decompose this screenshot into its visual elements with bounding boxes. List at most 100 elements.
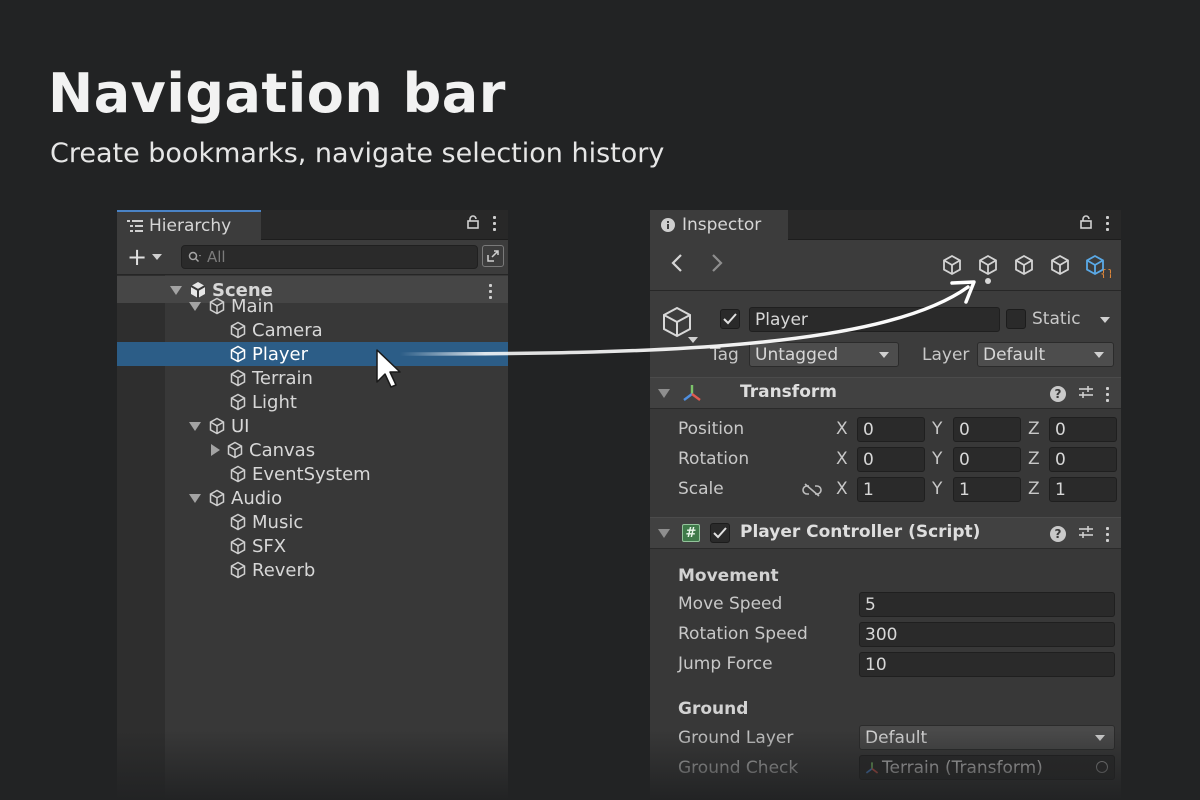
axis-label-z: Z — [1028, 449, 1040, 469]
expand-triangle-icon[interactable] — [189, 301, 201, 311]
hierarchy-item-label: Camera — [252, 319, 323, 341]
icon-caret-icon[interactable] — [688, 337, 698, 343]
static-checkbox[interactable] — [1006, 309, 1026, 329]
list-icon — [127, 219, 143, 233]
scale-y-field[interactable]: 1 — [953, 477, 1021, 502]
hierarchy-item-label: Canvas — [249, 439, 316, 461]
collapse-triangle-icon[interactable] — [658, 529, 670, 538]
gameobject-header: Player Static Tag Untagged Layer Default — [650, 291, 1121, 382]
bookmark-2-cube-icon[interactable] — [977, 254, 999, 276]
gameobject-cube-icon — [229, 513, 247, 531]
script-enabled-checkbox[interactable] — [710, 523, 730, 543]
back-arrow-icon[interactable] — [670, 253, 684, 273]
ground-layer-dropdown[interactable]: Default — [859, 725, 1115, 750]
ground-check-field[interactable]: Terrain (Transform) — [859, 755, 1115, 780]
move-speed-field[interactable]: 5 — [859, 592, 1115, 617]
static-label: Static — [1032, 309, 1081, 329]
rotation-z-field[interactable]: 0 — [1049, 447, 1117, 472]
script-hash-icon: # — [682, 524, 700, 542]
position-x-field[interactable]: 0 — [857, 417, 925, 442]
gameobject-cube-icon — [229, 537, 247, 555]
search-icon — [188, 251, 202, 263]
gameobject-cube-icon — [226, 441, 244, 459]
layer-dropdown[interactable]: Default — [977, 342, 1114, 367]
create-caret-icon[interactable] — [152, 254, 162, 260]
hierarchy-item-eventsystem[interactable]: EventSystem — [211, 462, 371, 486]
bookmark-3-cube-icon[interactable] — [1013, 254, 1035, 276]
bookmark-5-prefab-script-icon[interactable]: {} — [1085, 254, 1111, 278]
hierarchy-tab-label: Hierarchy — [149, 216, 232, 236]
rotation-y-field[interactable]: 0 — [953, 447, 1021, 472]
ground-header: Ground — [678, 699, 749, 719]
gameobject-cube-icon — [208, 489, 226, 507]
rotation-speed-field[interactable]: 300 — [859, 622, 1115, 647]
scene-row[interactable]: Scene — [117, 276, 508, 303]
expand-triangle-icon[interactable] — [189, 493, 201, 503]
hierarchy-item-label: Reverb — [252, 559, 316, 581]
headline: Navigation bar — [48, 62, 506, 125]
hierarchy-item-sfx[interactable]: SFX — [211, 534, 286, 558]
hierarchy-item-player[interactable]: Player — [211, 342, 308, 366]
active-checkbox[interactable] — [720, 309, 740, 329]
jump-force-field[interactable]: 10 — [859, 652, 1115, 677]
object-picker-icon[interactable] — [1096, 761, 1108, 773]
lock-icon[interactable] — [467, 214, 479, 233]
hierarchy-item-reverb[interactable]: Reverb — [211, 558, 315, 582]
hierarchy-item-canvas[interactable]: Canvas — [211, 438, 315, 462]
gameobject-cube-icon — [208, 297, 226, 315]
hierarchy-item-terrain[interactable]: Terrain — [211, 366, 313, 390]
collapse-triangle-icon[interactable] — [658, 389, 670, 398]
component-menu-icon[interactable] — [1106, 526, 1109, 542]
scale-z-field[interactable]: 1 — [1049, 477, 1117, 502]
create-plus-icon[interactable]: + — [127, 245, 147, 269]
hierarchy-item-main[interactable]: Main — [189, 294, 274, 318]
expand-triangle-icon[interactable] — [189, 421, 201, 431]
help-icon[interactable]: ? — [1050, 386, 1066, 402]
inspector-tab[interactable]: Inspector — [650, 210, 788, 240]
lock-icon[interactable] — [1080, 214, 1092, 233]
script-field-label: Jump Force — [678, 654, 773, 674]
gameobject-cube-icon — [229, 369, 247, 387]
inspector-menu-icon[interactable] — [1106, 216, 1109, 231]
axis-label-x: X — [836, 419, 848, 439]
hierarchy-item-ui[interactable]: UI — [189, 414, 249, 438]
bookmark-1-cube-icon[interactable] — [941, 254, 963, 276]
forward-arrow-icon[interactable] — [710, 253, 724, 273]
open-window-icon[interactable] — [482, 245, 504, 267]
bookmark-4-cube-icon[interactable] — [1049, 254, 1071, 276]
hierarchy-item-audio[interactable]: Audio — [189, 486, 282, 510]
position-z-field[interactable]: 0 — [1049, 417, 1117, 442]
component-menu-icon[interactable] — [1106, 386, 1109, 402]
help-icon[interactable]: ? — [1050, 526, 1066, 542]
hierarchy-tab[interactable]: Hierarchy — [117, 210, 261, 240]
hierarchy-item-music[interactable]: Music — [211, 510, 303, 534]
transform-title: Transform — [740, 382, 837, 402]
axis-label-x: X — [836, 479, 848, 499]
hierarchy-item-label: Music — [252, 511, 304, 533]
constrain-proportions-icon[interactable] — [802, 482, 822, 501]
axis-label-z: Z — [1028, 479, 1040, 499]
presets-icon[interactable] — [1078, 384, 1094, 404]
hierarchy-menu-icon[interactable] — [493, 216, 496, 231]
presets-icon[interactable] — [1078, 524, 1094, 544]
rotation-x-field[interactable]: 0 — [857, 447, 925, 472]
hierarchy-item-label: Player — [252, 343, 309, 365]
transform-header[interactable]: Transform ? — [650, 377, 1121, 409]
script-header[interactable]: # Player Controller (Script) ? — [650, 517, 1121, 549]
collapsed-triangle-icon[interactable] — [211, 444, 220, 456]
transform-icon — [865, 761, 879, 775]
tag-dropdown[interactable]: Untagged — [749, 342, 899, 367]
tag-label: Tag — [710, 345, 739, 365]
hierarchy-item-camera[interactable]: Camera — [211, 318, 323, 342]
hierarchy-item-light[interactable]: Light — [211, 390, 297, 414]
position-y-field[interactable]: 0 — [953, 417, 1021, 442]
info-icon — [660, 217, 676, 233]
scale-x-field[interactable]: 1 — [857, 477, 925, 502]
transform-row-label: Rotation — [678, 449, 750, 469]
ground-check-label: Ground Check — [678, 758, 799, 778]
expand-triangle-icon[interactable] — [170, 285, 182, 295]
hierarchy-search-input[interactable]: All — [181, 245, 478, 269]
static-dropdown-caret-icon[interactable] — [1100, 317, 1110, 323]
scene-menu-icon[interactable] — [489, 284, 492, 299]
gameobject-name-field[interactable]: Player — [749, 307, 1000, 332]
